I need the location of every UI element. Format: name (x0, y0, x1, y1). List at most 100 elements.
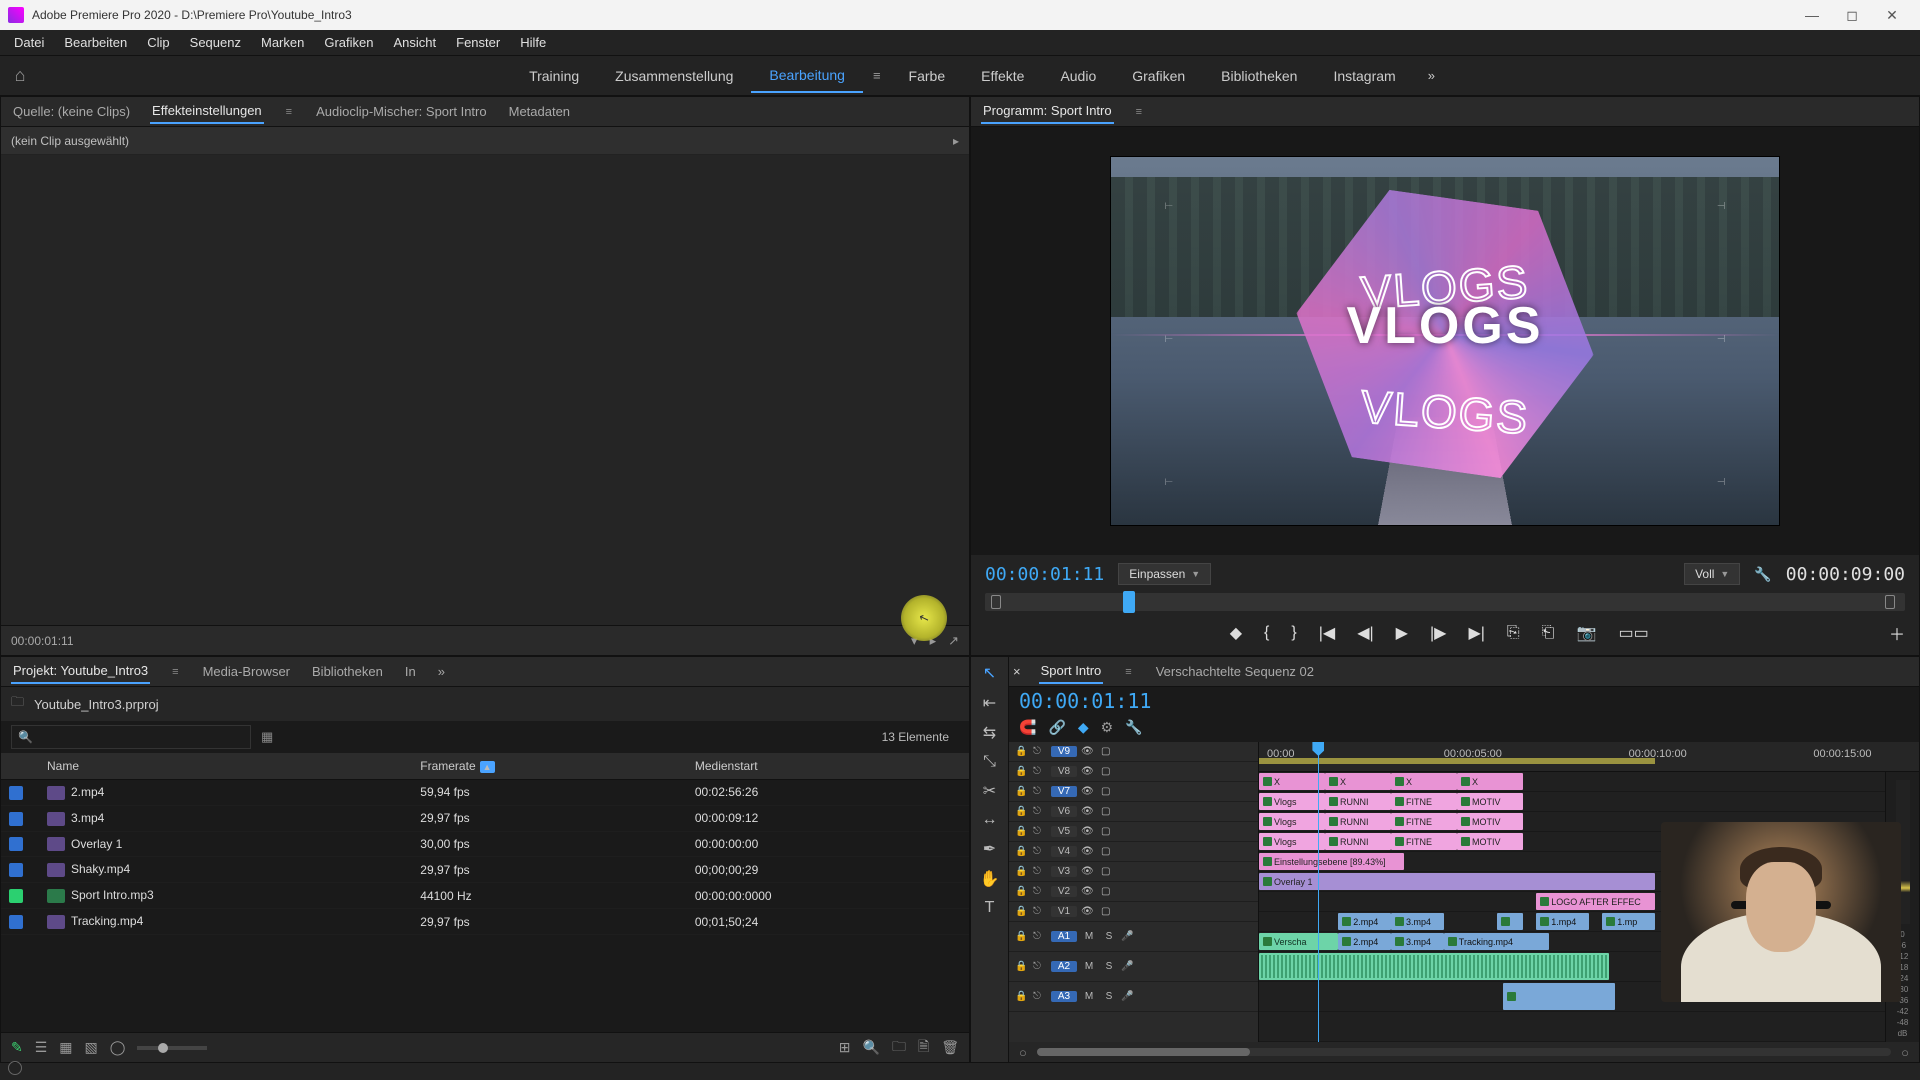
workspace-farbe[interactable]: Farbe (891, 60, 964, 92)
toggle-output-icon[interactable]: 👁 (1081, 786, 1097, 797)
clip[interactable]: 2.mp4 (1338, 933, 1391, 950)
track-lane[interactable] (1259, 1012, 1919, 1042)
comparison-icon[interactable]: ▭▭ (1618, 623, 1648, 643)
clip[interactable] (1259, 953, 1609, 980)
track-target[interactable]: V8 (1051, 766, 1077, 777)
sync-icon[interactable]: ⎋ (1033, 906, 1047, 917)
razor-tool-icon[interactable]: ✂ (983, 781, 996, 801)
goto-in-icon[interactable]: |◀ (1319, 623, 1335, 643)
toggle-sync-icon[interactable]: ▢ (1101, 866, 1117, 877)
col-medienstart[interactable]: Medienstart (687, 753, 969, 780)
toggle-sync-icon[interactable]: ▢ (1101, 766, 1117, 777)
workspace-instagram[interactable]: Instagram (1315, 60, 1413, 92)
freeform-view-icon[interactable]: ▧ (85, 1039, 98, 1056)
seq-tab-menu-icon[interactable]: ≡ (1121, 666, 1135, 678)
col-name[interactable]: Name (39, 753, 412, 780)
tab-media-browser[interactable]: Media-Browser (201, 660, 292, 683)
program-timecode[interactable]: 00:00:01:11 (985, 564, 1104, 585)
list-view-icon[interactable]: ☰ (35, 1039, 48, 1056)
track-select-tool-icon[interactable]: ⇤ (983, 693, 996, 713)
clip[interactable]: 1.mp (1602, 913, 1655, 930)
export-frame-icon[interactable]: 📷 (1577, 623, 1597, 643)
type-tool-icon[interactable]: T (985, 899, 995, 917)
project-item-row[interactable]: Overlay 1 30,00 fps 00:00:00:00 (1, 831, 969, 857)
video-track-header[interactable]: 🔒⎋V9👁▢ (1009, 742, 1258, 762)
mute-button[interactable]: M (1081, 961, 1097, 972)
clip[interactable]: 1.mp4 (1536, 913, 1589, 930)
lock-icon[interactable]: 🔒 (1015, 866, 1029, 877)
track-target[interactable]: A1 (1051, 931, 1077, 942)
solo-button[interactable]: S (1101, 991, 1117, 1002)
sync-icon[interactable]: ⎋ (1033, 931, 1047, 942)
time-ruler[interactable]: 00:00 00:00:05:00 00:00:10:00 00:00:15:0… (1259, 742, 1919, 772)
workspace-bibliotheken[interactable]: Bibliotheken (1203, 60, 1315, 92)
track-target[interactable]: V2 (1051, 886, 1077, 897)
clip[interactable]: MOTIV (1457, 813, 1523, 830)
clip[interactable]: 3.mp4 (1391, 933, 1444, 950)
track-target[interactable]: V6 (1051, 806, 1077, 817)
icon-view-icon[interactable]: ▦ (59, 1039, 72, 1056)
source-export-icon[interactable]: ↗ (948, 633, 959, 649)
timeline-hscroll[interactable] (1037, 1048, 1891, 1056)
quality-dropdown[interactable]: Voll ▼ (1684, 563, 1740, 585)
clip[interactable]: RUNNI (1325, 833, 1391, 850)
program-tab-menu-icon[interactable]: ≡ (1132, 106, 1146, 118)
track-target[interactable]: V1 (1051, 906, 1077, 917)
bin-icon[interactable]: 🗀 (11, 693, 24, 715)
marker-icon[interactable]: ◆ (1078, 719, 1089, 736)
toggle-output-icon[interactable]: 👁 (1081, 866, 1097, 877)
clip[interactable]: Tracking.mp4 (1444, 933, 1550, 950)
sync-icon[interactable]: ⎋ (1033, 826, 1047, 837)
clip[interactable]: X (1325, 773, 1391, 790)
menu-fenster[interactable]: Fenster (446, 31, 510, 54)
clip[interactable]: Vlogs (1259, 813, 1325, 830)
menu-hilfe[interactable]: Hilfe (510, 31, 556, 54)
program-viewer[interactable]: VLOGS VLOGS VLOGS ⊢⊣ ⊢⊣ ⊢⊣ (971, 127, 1919, 555)
menu-bearbeiten[interactable]: Bearbeiten (54, 31, 137, 54)
button-editor-add-icon[interactable]: ＋ (1889, 621, 1905, 645)
solo-button[interactable]: S (1101, 961, 1117, 972)
project-item-row[interactable]: Shaky.mp4 29,97 fps 00;00;00;29 (1, 857, 969, 883)
menu-datei[interactable]: Datei (4, 31, 54, 54)
clip[interactable]: FITNE (1391, 833, 1457, 850)
scrubber-in-handle[interactable] (991, 595, 1001, 609)
rate-stretch-tool-icon[interactable]: ⤡ (983, 753, 996, 771)
clip[interactable]: Verscha (1259, 933, 1338, 950)
sync-icon[interactable]: ⎋ (1033, 806, 1047, 817)
snap-icon[interactable]: 🧲 (1019, 719, 1036, 736)
hscroll-thumb[interactable] (1037, 1048, 1251, 1056)
toggle-output-icon[interactable]: 👁 (1081, 746, 1097, 757)
toggle-output-icon[interactable]: 👁 (1081, 766, 1097, 777)
clip[interactable]: MOTIV (1457, 793, 1523, 810)
toggle-output-icon[interactable]: 👁 (1081, 886, 1097, 897)
scrubber-playhead[interactable] (1123, 591, 1135, 613)
settings-icon[interactable]: ⚙ (1101, 719, 1114, 736)
project-tabs-overflow-icon[interactable]: » (436, 660, 447, 683)
zoom-fit-dropdown[interactable]: Einpassen ▼ (1118, 563, 1211, 585)
voice-record-icon[interactable]: 🎤 (1121, 931, 1137, 942)
track-target[interactable]: V9 (1051, 746, 1077, 757)
home-icon[interactable]: ⌂ (0, 65, 40, 86)
lock-icon[interactable]: 🔒 (1015, 961, 1029, 972)
sync-icon[interactable]: ⎋ (1033, 746, 1047, 757)
toggle-sync-icon[interactable]: ▢ (1101, 806, 1117, 817)
workspace-overflow-icon[interactable]: » (1414, 60, 1449, 91)
sync-icon[interactable]: ⎋ (1033, 886, 1047, 897)
tab-project[interactable]: Projekt: Youtube_Intro3 (11, 659, 150, 684)
clip[interactable]: Vlogs (1259, 793, 1325, 810)
workspace-bearbeitung[interactable]: Bearbeitung (751, 59, 863, 93)
lock-icon[interactable]: 🔒 (1015, 931, 1029, 942)
tab-audio-mixer[interactable]: Audioclip-Mischer: Sport Intro (314, 100, 489, 123)
menu-grafiken[interactable]: Grafiken (314, 31, 383, 54)
playhead[interactable] (1318, 742, 1319, 1042)
effect-expand-icon[interactable]: ▸ (953, 134, 959, 148)
video-track-header[interactable]: 🔒⎋V6👁▢ (1009, 802, 1258, 822)
clip[interactable]: 2.mp4 (1338, 913, 1391, 930)
new-bin-icon[interactable]: ▦ (261, 729, 273, 745)
video-track-header[interactable]: 🔒⎋V5👁▢ (1009, 822, 1258, 842)
sequence-tab-1[interactable]: Sport Intro (1039, 659, 1104, 684)
scrubber-out-handle[interactable] (1885, 595, 1895, 609)
track-lane[interactable]: VlogsRUNNIFITNEMOTIV (1259, 792, 1919, 812)
program-scrubber[interactable] (985, 593, 1905, 611)
lock-icon[interactable]: 🔒 (1015, 806, 1029, 817)
